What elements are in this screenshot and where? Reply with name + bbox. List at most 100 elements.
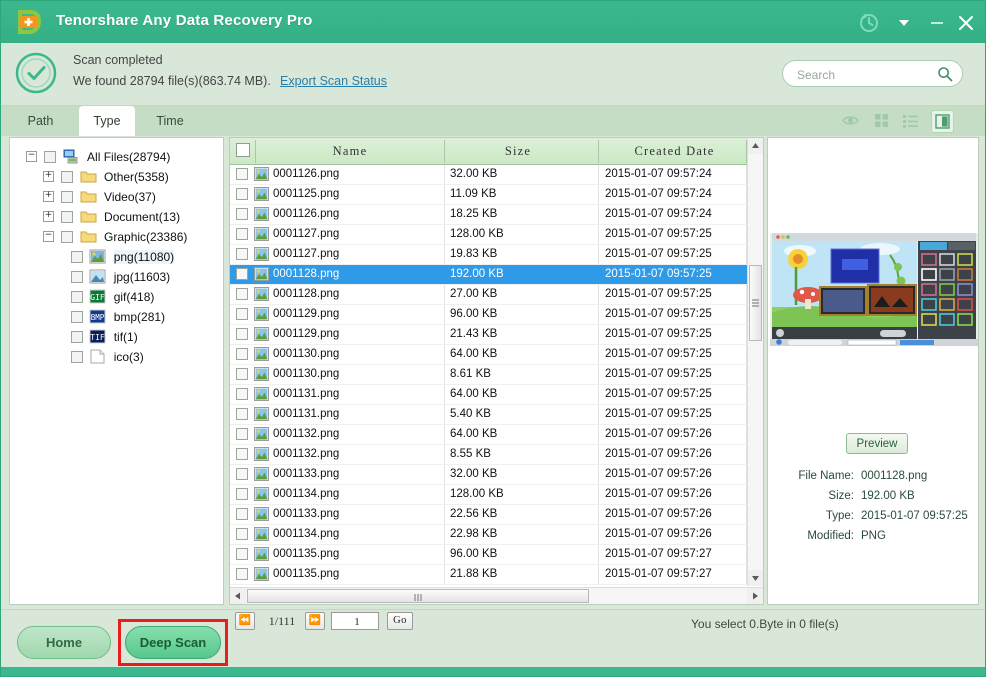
row-checkbox[interactable] <box>236 368 248 380</box>
file-type-tree-panel[interactable]: − All Files(28794) + Other(5358) + Video… <box>9 137 224 605</box>
tree-node-other[interactable]: + Other(5358) <box>16 166 223 186</box>
history-icon[interactable] <box>856 9 882 35</box>
row-checkbox[interactable] <box>236 388 248 400</box>
tree-checkbox[interactable] <box>61 230 74 243</box>
select-all-checkbox[interactable] <box>236 143 250 157</box>
detail-pane-icon[interactable] <box>931 110 954 133</box>
row-checkbox[interactable] <box>236 508 248 520</box>
table-row[interactable]: 0001134.png 128.00 KB 2015-01-07 09:57:26 <box>230 485 748 505</box>
table-row[interactable]: 0001132.png 8.55 KB 2015-01-07 09:57:26 <box>230 445 748 465</box>
table-row[interactable]: 0001126.png 32.00 KB 2015-01-07 09:57:24 <box>230 165 748 185</box>
table-row[interactable]: 0001130.png 64.00 KB 2015-01-07 09:57:25 <box>230 345 748 365</box>
file-list-panel[interactable]: Name Size Created Date 0001126.png 32.00 … <box>229 137 764 605</box>
tree-checkbox[interactable] <box>71 290 83 303</box>
tree-node-tif[interactable]: TIF tif(1) <box>16 326 223 346</box>
table-row[interactable]: 0001129.png 21.43 KB 2015-01-07 09:57:25 <box>230 325 748 345</box>
row-checkbox[interactable] <box>236 228 248 240</box>
table-row[interactable]: 0001133.png 32.00 KB 2015-01-07 09:57:26 <box>230 465 748 485</box>
tree-node-bmp[interactable]: BMP bmp(281) <box>16 306 223 326</box>
tree-node-png[interactable]: png(11080) <box>16 246 223 266</box>
export-scan-status-link[interactable]: Export Scan Status <box>280 74 387 88</box>
row-checkbox[interactable] <box>236 328 248 340</box>
tree-checkbox[interactable] <box>71 350 83 363</box>
chevron-down-icon[interactable] <box>891 9 917 35</box>
tab-type[interactable]: Type <box>79 106 135 136</box>
horizontal-scroll-thumb[interactable] <box>247 589 589 603</box>
tree-node-jpg[interactable]: jpg(11603) <box>16 266 223 286</box>
tree-expander[interactable]: + <box>43 171 54 183</box>
search-icon[interactable] <box>937 66 953 82</box>
tree-checkbox[interactable] <box>61 170 74 183</box>
tree-checkbox[interactable] <box>61 210 74 223</box>
table-row[interactable]: 0001134.png 22.98 KB 2015-01-07 09:57:26 <box>230 525 748 545</box>
table-row[interactable]: 0001130.png 8.61 KB 2015-01-07 09:57:25 <box>230 365 748 385</box>
preview-button[interactable]: Preview <box>846 433 908 454</box>
tree-node-graphic[interactable]: − Graphic(23386) <box>16 226 223 246</box>
tree-checkbox[interactable] <box>71 270 83 283</box>
scroll-down-arrow[interactable] <box>748 570 763 586</box>
deep-scan-button[interactable]: Deep Scan <box>125 626 221 659</box>
last-page-button[interactable]: ⏩ <box>305 612 325 630</box>
tree-expander[interactable]: − <box>43 231 54 243</box>
table-row[interactable]: 0001128.png 192.00 KB 2015-01-07 09:57:25 <box>230 265 748 285</box>
column-header-size[interactable]: Size <box>448 138 588 164</box>
tree-checkbox[interactable] <box>71 250 83 263</box>
column-header-name[interactable]: Name <box>260 138 440 164</box>
row-checkbox[interactable] <box>236 308 248 320</box>
tree-checkbox[interactable] <box>61 190 74 203</box>
column-header-created-date[interactable]: Created Date <box>602 138 747 164</box>
tree-node-all-files[interactable]: − All Files(28794) <box>16 146 223 166</box>
tree-expander[interactable]: + <box>43 211 54 223</box>
tree-node-gif[interactable]: GIF gif(418) <box>16 286 223 306</box>
tree-node-ico[interactable]: ico(3) <box>16 346 223 366</box>
table-row[interactable]: 0001135.png 21.88 KB 2015-01-07 09:57:27 <box>230 565 748 585</box>
page-number-field[interactable] <box>331 612 382 631</box>
eye-icon[interactable] <box>840 110 863 133</box>
row-checkbox[interactable] <box>236 208 248 220</box>
row-checkbox[interactable] <box>236 268 248 280</box>
tree-checkbox[interactable] <box>44 150 57 163</box>
row-checkbox[interactable] <box>236 168 248 180</box>
row-checkbox[interactable] <box>236 188 248 200</box>
row-checkbox[interactable] <box>236 488 248 500</box>
tree-checkbox[interactable] <box>71 310 83 323</box>
go-button[interactable]: Go <box>387 612 413 630</box>
row-checkbox[interactable] <box>236 408 248 420</box>
tree-expander[interactable]: − <box>26 151 37 163</box>
search-input[interactable] <box>795 65 929 85</box>
table-row[interactable]: 0001126.png 18.25 KB 2015-01-07 09:57:24 <box>230 205 748 225</box>
horizontal-scrollbar[interactable] <box>230 587 763 604</box>
row-checkbox[interactable] <box>236 448 248 460</box>
table-row[interactable]: 0001127.png 128.00 KB 2015-01-07 09:57:25 <box>230 225 748 245</box>
minimize-icon[interactable] <box>924 9 950 35</box>
scroll-right-arrow[interactable] <box>747 588 763 604</box>
search-box[interactable] <box>782 60 963 87</box>
table-row[interactable]: 0001131.png 64.00 KB 2015-01-07 09:57:25 <box>230 385 748 405</box>
row-checkbox[interactable] <box>236 248 248 260</box>
row-checkbox[interactable] <box>236 428 248 440</box>
table-row[interactable]: 0001131.png 5.40 KB 2015-01-07 09:57:25 <box>230 405 748 425</box>
tab-path[interactable]: Path <box>9 106 72 136</box>
table-row[interactable]: 0001128.png 27.00 KB 2015-01-07 09:57:25 <box>230 285 748 305</box>
table-row[interactable]: 0001132.png 64.00 KB 2015-01-07 09:57:26 <box>230 425 748 445</box>
table-row[interactable]: 0001129.png 96.00 KB 2015-01-07 09:57:25 <box>230 305 748 325</box>
table-row[interactable]: 0001125.png 11.09 KB 2015-01-07 09:57:24 <box>230 185 748 205</box>
home-button[interactable]: Home <box>17 626 111 659</box>
table-row[interactable]: 0001135.png 96.00 KB 2015-01-07 09:57:27 <box>230 545 748 565</box>
scroll-up-arrow[interactable] <box>748 138 763 154</box>
list-view-icon[interactable] <box>900 110 923 133</box>
first-page-button[interactable]: ⏪ <box>235 612 255 630</box>
row-checkbox[interactable] <box>236 528 248 540</box>
tree-expander[interactable]: + <box>43 191 54 203</box>
row-checkbox[interactable] <box>236 568 248 580</box>
tree-node-video[interactable]: + Video(37) <box>16 186 223 206</box>
table-row[interactable]: 0001127.png 19.83 KB 2015-01-07 09:57:25 <box>230 245 748 265</box>
tree-node-document[interactable]: + Document(13) <box>16 206 223 226</box>
scroll-left-arrow[interactable] <box>230 588 246 604</box>
row-checkbox[interactable] <box>236 548 248 560</box>
table-row[interactable]: 0001133.png 22.56 KB 2015-01-07 09:57:26 <box>230 505 748 525</box>
grid-view-icon[interactable] <box>871 110 894 133</box>
vertical-scroll-thumb[interactable] <box>749 265 762 341</box>
close-icon[interactable] <box>953 9 979 35</box>
row-checkbox[interactable] <box>236 288 248 300</box>
